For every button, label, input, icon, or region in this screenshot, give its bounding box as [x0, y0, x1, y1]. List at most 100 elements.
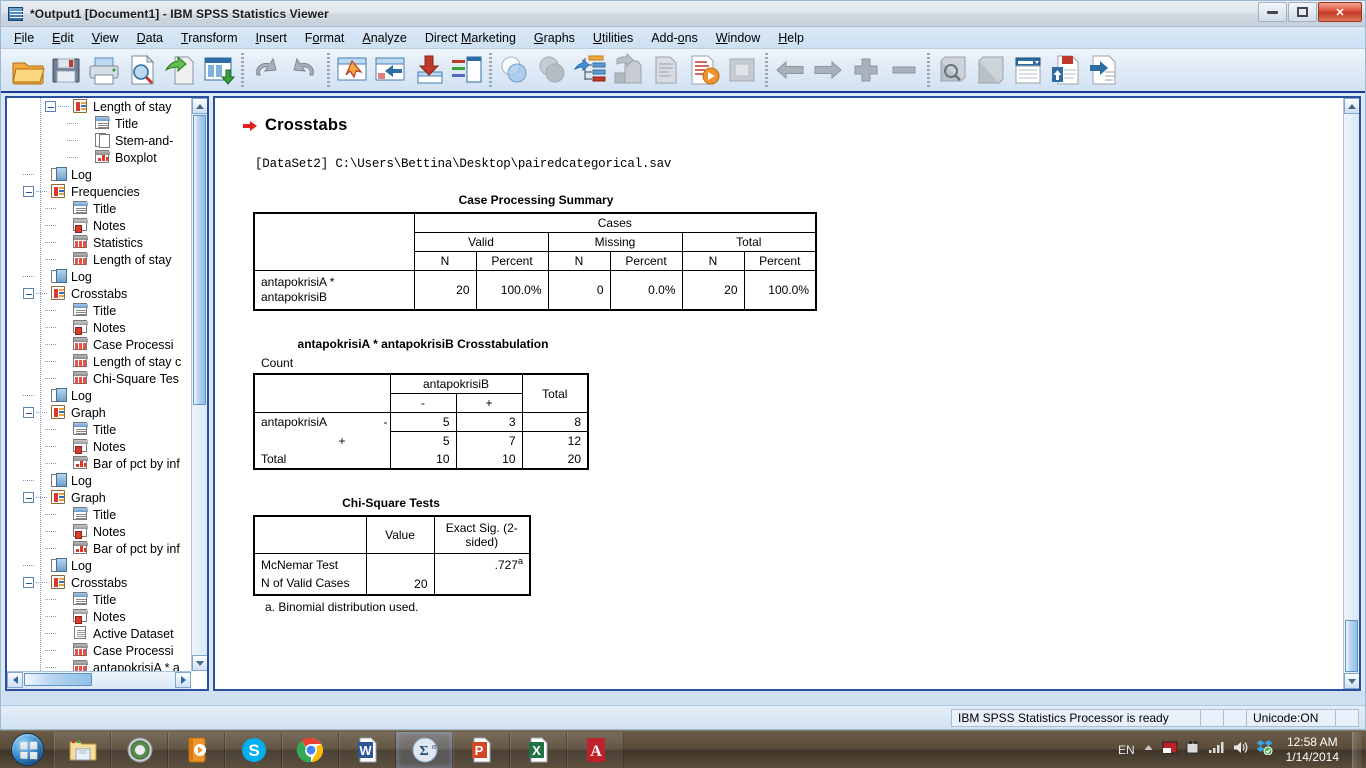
outline-node[interactable]: Length of stay — [7, 251, 191, 268]
outline-node[interactable]: Title — [7, 200, 191, 217]
tray-language[interactable]: EN — [1118, 743, 1135, 757]
powerpoint-icon[interactable]: P — [453, 731, 510, 768]
show-hide-icon[interactable] — [495, 51, 533, 89]
removable-media-icon[interactable] — [1185, 740, 1201, 760]
outline-node[interactable]: Active Dataset — [7, 625, 191, 642]
collapse-expander-icon[interactable] — [23, 577, 34, 588]
excel-icon[interactable]: X — [510, 731, 567, 768]
scroll-right-button[interactable] — [175, 672, 191, 688]
outline-node[interactable]: Title — [7, 506, 191, 523]
dropbox-icon[interactable] — [1256, 739, 1273, 760]
spss-icon[interactable]: Σ α — [396, 731, 453, 768]
recall-dialog-icon[interactable] — [161, 51, 199, 89]
outline-node[interactable]: Graph — [7, 404, 191, 421]
menu-view[interactable]: View — [83, 29, 128, 47]
outline-node[interactable]: Crosstabs — [7, 574, 191, 591]
outline-node[interactable]: Length of stay — [7, 98, 191, 115]
collapse-expander-icon[interactable] — [23, 407, 34, 418]
outline-node[interactable]: Log — [7, 387, 191, 404]
outline-node[interactable]: Case Processi — [7, 642, 191, 659]
outline-node[interactable]: Title — [7, 115, 191, 132]
scroll-up-button[interactable] — [1344, 98, 1359, 114]
collapse-icon[interactable] — [647, 51, 685, 89]
outline-tree[interactable]: Length of stay Title Stem-and- Boxplot Log Fr… — [7, 98, 191, 671]
print-preview-icon[interactable] — [123, 51, 161, 89]
outline-node[interactable]: Boxplot — [7, 149, 191, 166]
forward-arrow-icon[interactable] — [809, 51, 847, 89]
case-processing-summary-table[interactable]: Cases Valid Missing Total N Percent N Pe… — [253, 212, 817, 311]
outline-horizontal-scrollbar[interactable] — [7, 671, 191, 689]
menu-help[interactable]: Help — [769, 29, 813, 47]
outline-node[interactable]: Title — [7, 421, 191, 438]
menu-window[interactable]: Window — [707, 29, 769, 47]
demote-icon[interactable] — [609, 51, 647, 89]
outline-node[interactable]: Title — [7, 591, 191, 608]
chrome-icon[interactable] — [282, 731, 339, 768]
dimension-icon[interactable] — [723, 51, 761, 89]
outline-node[interactable]: Length of stay c — [7, 353, 191, 370]
outline-node[interactable]: Log — [7, 268, 191, 285]
show-desktop-button[interactable] — [1352, 731, 1362, 768]
zoom-object-icon[interactable] — [933, 51, 971, 89]
variables-icon[interactable] — [447, 51, 485, 89]
scroll-left-button[interactable] — [7, 672, 23, 688]
collapse-expander-icon[interactable] — [45, 101, 56, 112]
volume-icon[interactable] — [1232, 740, 1249, 760]
outline-node[interactable]: Log — [7, 557, 191, 574]
outline-node[interactable]: Notes — [7, 523, 191, 540]
restore-button[interactable] — [1288, 2, 1317, 22]
outline-node[interactable]: Notes — [7, 608, 191, 625]
save-icon[interactable] — [47, 51, 85, 89]
menu-transform[interactable]: Transform — [172, 29, 247, 47]
menu-file[interactable]: File — [5, 29, 43, 47]
outline-node[interactable]: Statistics — [7, 234, 191, 251]
outline-hscroll-thumb[interactable] — [24, 673, 92, 686]
scroll-down-button[interactable] — [192, 655, 207, 671]
scroll-down-button[interactable] — [1344, 673, 1359, 689]
menu-edit[interactable]: Edit — [43, 29, 83, 47]
menu-direct-marketing[interactable]: Direct Marketing — [416, 29, 525, 47]
outline-node[interactable]: antapokrisiA * a — [7, 659, 191, 671]
plus-icon[interactable] — [847, 51, 885, 89]
menu-data[interactable]: Data — [128, 29, 172, 47]
chi-square-tests-table[interactable]: Value Exact Sig. (2- sided) McNemar Test… — [253, 515, 531, 596]
goto-data-icon[interactable] — [333, 51, 371, 89]
outline-node[interactable]: Notes — [7, 217, 191, 234]
outline-node[interactable]: Bar of pct by inf — [7, 455, 191, 472]
word-icon[interactable]: W — [339, 731, 396, 768]
open-file-icon[interactable] — [9, 51, 47, 89]
menu-insert[interactable]: Insert — [247, 29, 296, 47]
outline-node[interactable]: Chi-Square Tes — [7, 370, 191, 387]
media-player-icon[interactable] — [111, 731, 168, 768]
outline-node[interactable]: Log — [7, 472, 191, 489]
flag-action-center-icon[interactable] — [1162, 740, 1178, 760]
promote-icon[interactable] — [571, 51, 609, 89]
menu-format[interactable]: Format — [296, 29, 354, 47]
media-library-icon[interactable] — [168, 731, 225, 768]
network-signal-icon[interactable] — [1208, 740, 1225, 759]
outline-node[interactable]: Title — [7, 302, 191, 319]
acrobat-icon[interactable]: A — [567, 731, 624, 768]
outline-node[interactable]: Log — [7, 166, 191, 183]
crosstabulation-table[interactable]: antapokrisiB Total - + antapokrisiA - 5 … — [253, 373, 589, 470]
collapse-expander-icon[interactable] — [23, 492, 34, 503]
export-doc-icon[interactable] — [1085, 51, 1123, 89]
print-icon[interactable] — [85, 51, 123, 89]
outline-vertical-scrollbar[interactable] — [191, 98, 207, 671]
outline-node[interactable]: Notes — [7, 438, 191, 455]
minimize-button[interactable] — [1258, 2, 1287, 22]
show-hidden-icons[interactable] — [1142, 741, 1155, 759]
minus-icon[interactable] — [885, 51, 923, 89]
menu-add-ons[interactable]: Add-ons — [642, 29, 707, 47]
export-icon[interactable] — [199, 51, 237, 89]
hide-icon[interactable] — [533, 51, 571, 89]
collapse-expander-icon[interactable] — [23, 288, 34, 299]
outline-node[interactable]: Frequencies — [7, 183, 191, 200]
scroll-up-button[interactable] — [192, 98, 207, 114]
windows-explorer-icon[interactable] — [54, 731, 111, 768]
close-button[interactable]: ✕ — [1318, 2, 1362, 22]
outline-node[interactable]: Crosstabs — [7, 285, 191, 302]
menu-utilities[interactable]: Utilities — [584, 29, 642, 47]
insert-data-icon[interactable] — [409, 51, 447, 89]
back-arrow-icon[interactable] — [771, 51, 809, 89]
